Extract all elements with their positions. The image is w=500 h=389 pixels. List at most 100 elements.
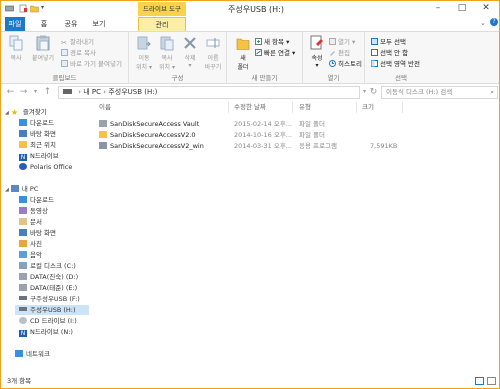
column-header-name[interactable]: 이름	[99, 102, 111, 113]
select-none-button[interactable]: 선택 안 함	[371, 47, 408, 57]
column-header-type[interactable]: 유형	[299, 102, 311, 113]
easy-access-button[interactable]: 빠른 연결 ▾	[255, 47, 295, 57]
new-group: 새 폴더 새 항목 ▾ 빠른 연결 ▾ 새 만들기	[227, 32, 303, 84]
delete-button[interactable]: 삭제 ▾	[180, 35, 200, 69]
title-bar: ▾ 드라이브 도구 주성우USB (H:) – □ ✕	[1, 1, 499, 17]
file-row[interactable]: SanDiskSecureAccessV2.0 2014-10-16 오후...…	[94, 130, 474, 140]
properties-button[interactable]: 속성 ▾	[307, 35, 327, 69]
nav-pc-music[interactable]: 음악	[19, 250, 42, 260]
nav-pc-usb-f[interactable]: 구주성우USB (F:)	[19, 294, 80, 304]
tab-manage[interactable]: 관리	[138, 17, 186, 31]
ndrive-icon: N	[19, 330, 27, 337]
invert-selection-button[interactable]: 선택 영역 반전	[371, 58, 420, 68]
refresh-icon[interactable]: ↻	[368, 86, 379, 98]
ndrive-icon: N	[19, 154, 27, 161]
tab-share[interactable]: 공유	[61, 17, 81, 31]
tab-home[interactable]: 홈	[37, 17, 51, 31]
item-count: 3개 항목	[7, 377, 32, 385]
properties-quick-icon[interactable]	[19, 4, 28, 13]
drive-icon	[5, 5, 14, 12]
file-row[interactable]: SanDiskSecureAccess Vault 2015-02-14 오후.…	[94, 119, 474, 129]
favorites-header[interactable]: ◢ ★ 즐겨찾기	[5, 107, 47, 117]
maximize-button[interactable]: □	[450, 1, 474, 17]
copy-to-button[interactable]: 복사 위치 ▾	[156, 35, 178, 71]
history-button[interactable]: 히스토리	[329, 58, 362, 68]
move-to-label: 이동 위치 ▾	[136, 55, 152, 71]
nav-favorite-downloads[interactable]: 다운로드	[19, 118, 54, 128]
large-icons-view-icon[interactable]	[487, 377, 496, 385]
breadcrumb-drive[interactable]: 주성우USB (H:)	[108, 88, 157, 96]
open-icon	[329, 38, 336, 45]
nav-pc-data-e[interactable]: DATA(태준) (E:)	[19, 283, 77, 293]
cut-button[interactable]: ✂ 잘라내기	[61, 36, 94, 47]
nav-favorite-recent[interactable]: 최근 위치	[19, 140, 56, 150]
tab-view[interactable]: 보기	[89, 17, 109, 31]
nav-pc-documents[interactable]: 문서	[19, 217, 42, 227]
help-icon[interactable]: ?	[490, 18, 498, 26]
close-button[interactable]: ✕	[474, 1, 498, 17]
nav-pc-local-disk-c[interactable]: 로컬 디스크 (C:)	[19, 261, 76, 271]
nav-pc-downloads[interactable]: 다운로드	[19, 195, 54, 205]
nav-favorite-ndrive[interactable]: N N드라이브	[19, 151, 59, 161]
new-folder-quick-icon[interactable]	[30, 4, 39, 13]
search-icon: ⌕	[490, 88, 494, 96]
up-arrow-icon[interactable]: ↑	[42, 86, 53, 98]
desktop-icon	[19, 229, 27, 236]
column-header-modified[interactable]: 수정한 날짜	[234, 102, 266, 113]
address-field[interactable]: › 내 PC › 주성우USB (H:)	[58, 86, 360, 99]
nav-pc-videos[interactable]: 동영상	[19, 206, 48, 216]
nav-pc-pictures[interactable]: 사진	[19, 239, 42, 249]
rename-button[interactable]: 이름 바꾸기	[202, 35, 224, 71]
file-name-cell: SanDiskSecureAccess Vault	[99, 119, 199, 129]
column-separator[interactable]	[402, 102, 403, 113]
pc-icon	[63, 89, 72, 94]
explorer-window: ▾ 드라이브 도구 주성우USB (H:) – □ ✕ 파일 홈 공유 보기 관…	[0, 0, 500, 389]
column-separator[interactable]	[356, 102, 357, 113]
search-input[interactable]: 이동식 디스크 (H:) 검색 ⌕	[381, 86, 498, 99]
breadcrumb-pc[interactable]: 내 PC	[83, 88, 101, 96]
this-pc-header[interactable]: ◢ 내 PC	[5, 184, 38, 194]
select-all-button[interactable]: 모두 선택	[371, 36, 406, 46]
window-title: 주성우USB (H:)	[228, 5, 284, 14]
minimize-button[interactable]: –	[426, 1, 450, 17]
nav-pc-data-d[interactable]: DATA(진숙) (D:)	[19, 272, 78, 282]
column-separator[interactable]	[292, 102, 293, 113]
nav-pc-desktop[interactable]: 바탕 화면	[19, 228, 56, 238]
recent-locations-icon[interactable]: ▾	[30, 86, 41, 98]
copy-button[interactable]: 복사	[6, 35, 26, 62]
back-arrow-icon[interactable]: ←	[5, 86, 16, 98]
file-modified-cell: 2014-10-16 오후...	[234, 131, 292, 139]
nav-pc-ndrive[interactable]: N N드라이브 (N:)	[19, 327, 73, 337]
nav-favorite-desktop[interactable]: 바탕 화면	[19, 129, 56, 139]
star-icon: ★	[10, 108, 19, 117]
polaris-office-icon	[19, 163, 27, 170]
column-separator[interactable]	[228, 102, 229, 113]
edit-button[interactable]: 편집	[329, 47, 350, 57]
file-row[interactable]: SanDiskSecureAccessV2_win 2014-03-31 오후.…	[94, 141, 474, 151]
expand-ribbon-icon[interactable]: ⌄	[480, 19, 486, 27]
new-item-button[interactable]: 새 항목 ▾	[255, 36, 289, 46]
nav-pc-cd-drive[interactable]: CD 드라이브 (I:)	[19, 316, 77, 326]
open-button[interactable]: 열기 ▾	[329, 36, 355, 46]
nav-pc-usb-h[interactable]: 주성우USB (H:)	[15, 305, 89, 315]
organize-group-label: 구성	[171, 74, 184, 82]
copy-label: 복사	[10, 55, 22, 62]
this-pc-icon	[10, 185, 19, 192]
application-icon	[99, 142, 107, 149]
move-to-icon	[137, 36, 151, 50]
nav-favorite-polaris[interactable]: Polaris Office	[19, 162, 72, 172]
paste-label: 붙여넣기	[31, 55, 55, 62]
clipboard-group-label: 클립보드	[52, 74, 77, 82]
paste-shortcut-button[interactable]: 바로 가기 붙여넣기	[61, 58, 122, 68]
details-view-icon[interactable]	[475, 377, 484, 385]
copy-path-button[interactable]: 경로 복사	[61, 47, 96, 57]
paste-button[interactable]: 붙여넣기	[31, 35, 55, 62]
move-to-button[interactable]: 이동 위치 ▾	[133, 35, 155, 71]
network-item[interactable]: 네트워크	[15, 349, 50, 359]
pictures-icon	[19, 240, 27, 247]
forward-arrow-icon[interactable]: →	[18, 86, 29, 98]
customize-quick-access-icon[interactable]: ▾	[41, 4, 50, 13]
new-folder-button[interactable]: 새 폴더	[233, 35, 253, 71]
column-header-size[interactable]: 크기	[362, 102, 374, 113]
tab-file[interactable]: 파일	[5, 17, 25, 31]
